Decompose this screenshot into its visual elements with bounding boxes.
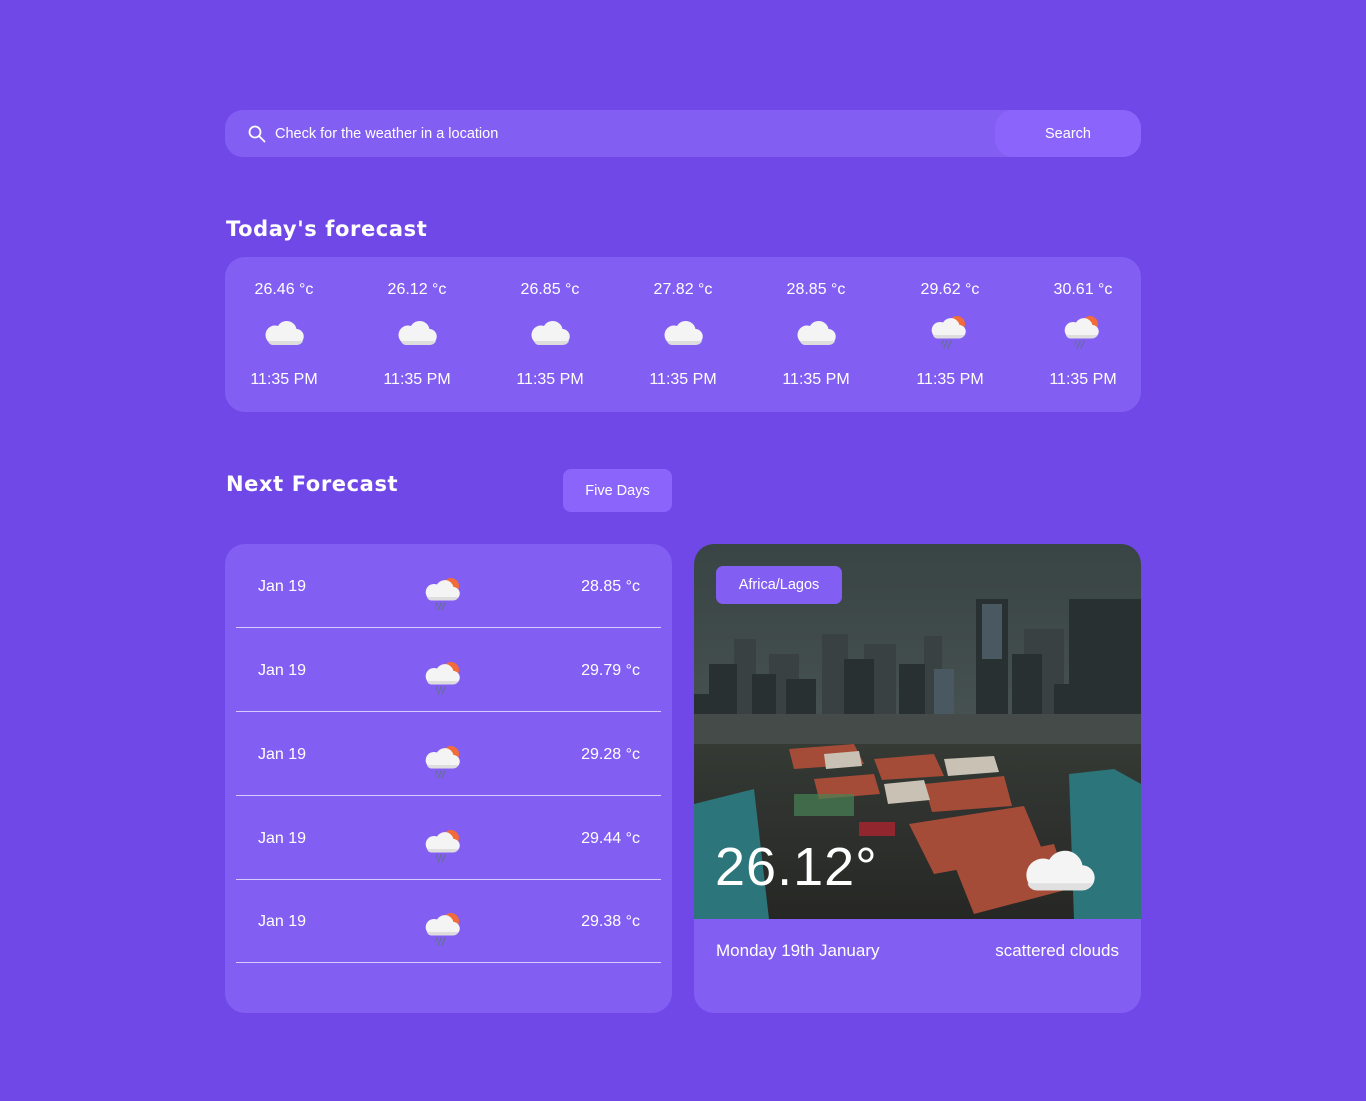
hourly-temp: 26.12 °c — [387, 281, 447, 298]
current-temperature: 26.12° — [715, 837, 878, 897]
hourly-temp: 30.61 °c — [1053, 281, 1113, 298]
hourly-item: 28.85 °c 11:35 PM — [756, 257, 876, 412]
weather-description: scattered clouds — [995, 941, 1119, 960]
hourly-temp: 27.82 °c — [653, 281, 713, 298]
hourly-item: 29.62 °c 11:35 PM — [890, 257, 1010, 412]
sun-rain-cloud-icon — [424, 910, 464, 946]
hourly-time: 11:35 PM — [383, 371, 451, 388]
forecast-day-row: Jan 19 29.44 °c — [236, 796, 661, 880]
hourly-time: 11:35 PM — [782, 371, 850, 388]
five-days-button[interactable]: Five Days — [563, 469, 672, 512]
hourly-item: 26.12 °c 11:35 PM — [357, 257, 477, 412]
search-input[interactable] — [275, 110, 985, 157]
search-bar: Search — [225, 110, 1141, 157]
hourly-time: 11:35 PM — [1049, 371, 1117, 388]
hourly-item: 30.61 °c 11:35 PM — [1023, 257, 1143, 412]
cloud-icon — [395, 313, 439, 349]
cloud-icon — [794, 313, 838, 349]
hourly-temp: 26.85 °c — [520, 281, 580, 298]
forecast-day-temp: 29.38 °c — [581, 913, 640, 930]
hourly-temp: 29.62 °c — [920, 281, 980, 298]
hourly-temp: 28.85 °c — [786, 281, 846, 298]
hourly-time: 11:35 PM — [649, 371, 717, 388]
search-button[interactable]: Search — [995, 110, 1141, 157]
current-weather-card: Africa/Lagos 26.12° Monday 19th January … — [694, 544, 1141, 1013]
forecast-day-temp: 28.85 °c — [581, 578, 640, 595]
forecast-day-row: Jan 19 29.38 °c — [236, 879, 661, 963]
sun-rain-cloud-icon — [1063, 313, 1103, 349]
sun-rain-cloud-icon — [930, 313, 970, 349]
forecast-day-row: Jan 19 29.79 °c — [236, 628, 661, 712]
search-icon — [248, 125, 266, 143]
sun-rain-cloud-icon — [424, 827, 464, 863]
hourly-time: 11:35 PM — [516, 371, 584, 388]
forecast-day-date: Jan 19 — [258, 578, 307, 595]
location-badge: Africa/Lagos — [716, 566, 842, 604]
sun-rain-cloud-icon — [424, 659, 464, 695]
cloud-icon — [661, 313, 705, 349]
hourly-time: 11:35 PM — [916, 371, 984, 388]
cloud-icon — [262, 313, 306, 349]
sun-rain-cloud-icon — [424, 575, 464, 611]
forecast-day-row: Jan 19 29.28 °c — [236, 712, 661, 796]
forecast-day-temp: 29.44 °c — [581, 830, 640, 847]
forecast-day-temp: 29.79 °c — [581, 662, 640, 679]
forecast-day-date: Jan 19 — [258, 746, 307, 763]
hourly-item: 27.82 °c 11:35 PM — [623, 257, 743, 412]
hourly-time: 11:35 PM — [250, 371, 318, 388]
forecast-day-row: Jan 19 28.85 °c — [236, 544, 661, 628]
next-forecast-list: Jan 19 28.85 °c Jan 19 29.79 °c Jan 19 2… — [225, 544, 672, 1013]
forecast-day-date: Jan 19 — [258, 662, 307, 679]
forecast-day-temp: 29.28 °c — [581, 746, 640, 763]
cloud-icon — [528, 313, 572, 349]
cloud-icon — [1026, 850, 1095, 891]
today-forecast-title: Today's forecast — [226, 217, 428, 241]
today-forecast-card: 26.46 °c 11:35 PM 26.12 °c 11:35 PM 26.8… — [225, 257, 1141, 412]
sun-rain-cloud-icon — [424, 743, 464, 779]
hourly-temp: 26.46 °c — [254, 281, 314, 298]
next-forecast-title: Next Forecast — [226, 472, 399, 496]
forecast-day-date: Jan 19 — [258, 830, 307, 847]
current-date: Monday 19th January — [716, 941, 880, 960]
hourly-item: 26.46 °c 11:35 PM — [224, 257, 344, 412]
hourly-item: 26.85 °c 11:35 PM — [490, 257, 610, 412]
forecast-day-date: Jan 19 — [258, 913, 307, 930]
